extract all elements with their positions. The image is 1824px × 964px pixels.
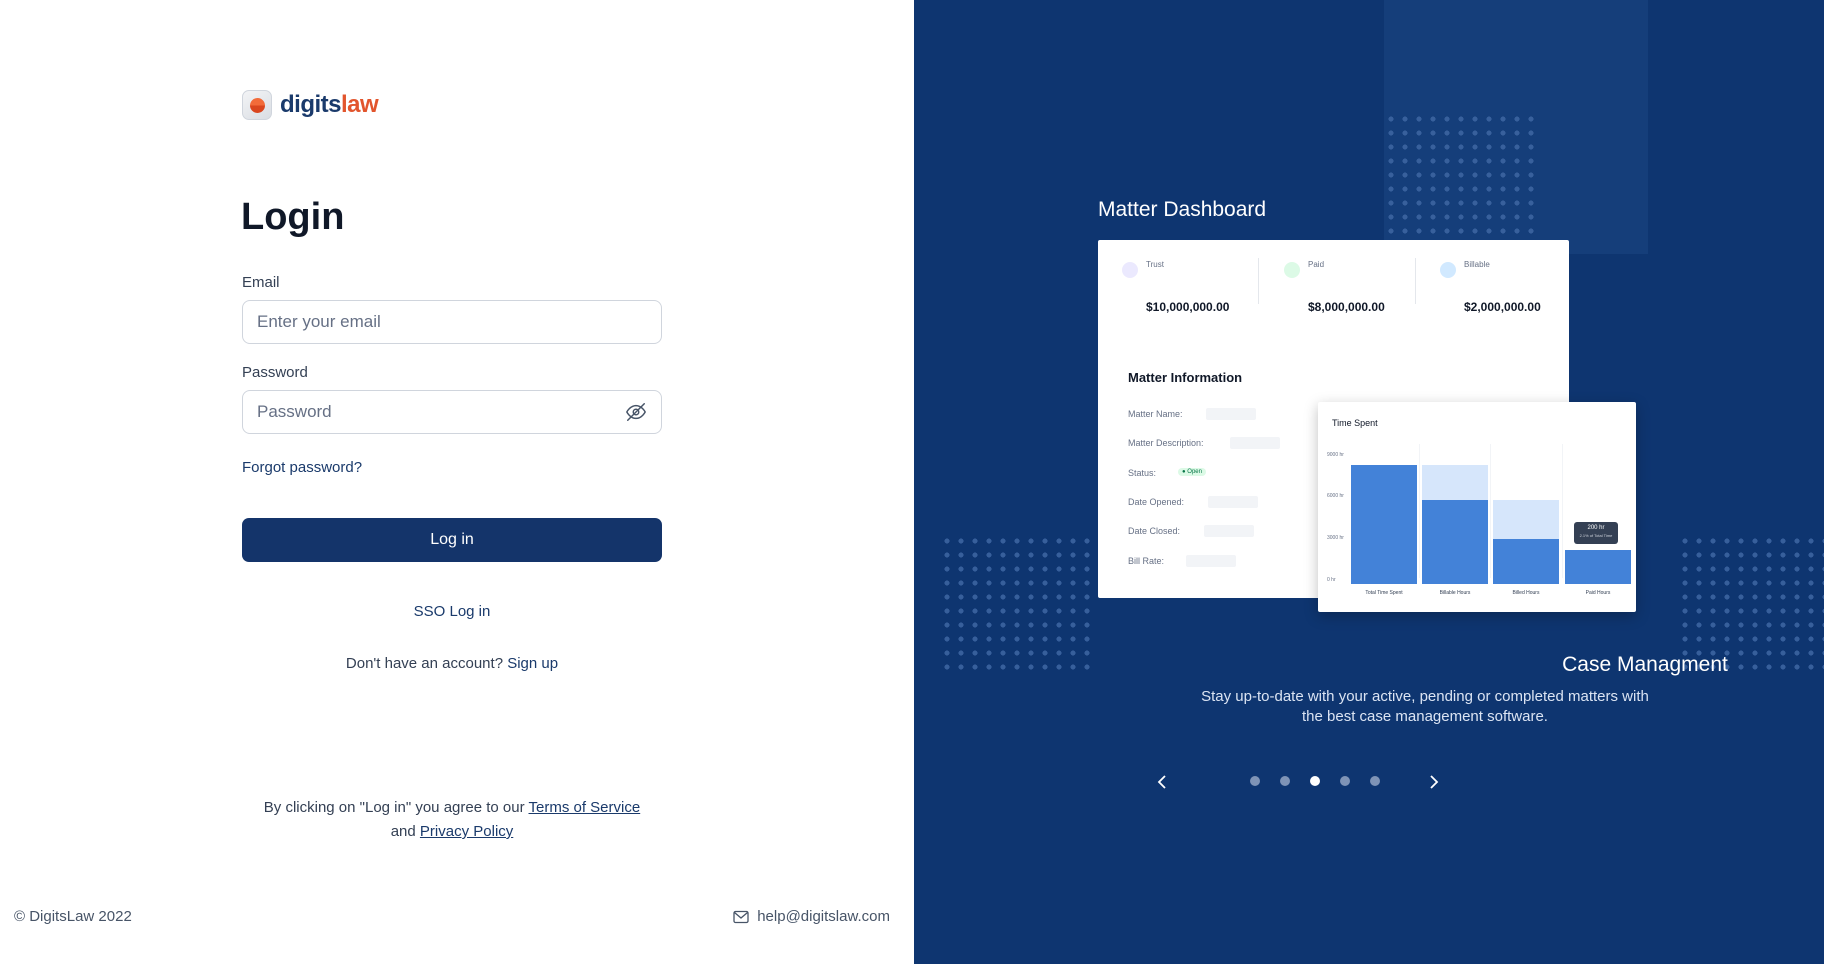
password-label: Password bbox=[242, 364, 308, 381]
field-matter-description: Matter Description: bbox=[1128, 438, 1204, 448]
check-icon bbox=[1284, 262, 1300, 278]
login-panel: digitslaw Login Email Password Forgot pa… bbox=[0, 0, 914, 964]
x-tick: Total Time Spent bbox=[1365, 590, 1403, 596]
login-button[interactable]: Log in bbox=[242, 518, 662, 562]
placeholder-bar bbox=[1230, 437, 1280, 449]
bar bbox=[1422, 500, 1488, 584]
brand-name: digitslaw bbox=[280, 91, 379, 118]
invoice-icon bbox=[1440, 262, 1456, 278]
decor-dots-top bbox=[1384, 112, 1538, 242]
sso-login-link[interactable]: SSO Log in bbox=[414, 603, 491, 620]
matter-info-title: Matter Information bbox=[1128, 370, 1243, 385]
carousel-next-button[interactable] bbox=[1422, 770, 1446, 794]
grid-line bbox=[1490, 444, 1491, 578]
x-tick: Billed Hours bbox=[1512, 590, 1540, 596]
status-badge: ● Open bbox=[1178, 468, 1206, 476]
email-input[interactable] bbox=[257, 312, 647, 332]
chart-tooltip: 200 hr 2.1% of Total Time bbox=[1574, 522, 1618, 544]
signup-prompt: Don't have an account? Sign up bbox=[345, 655, 559, 672]
y-tick: 0 hr bbox=[1327, 577, 1336, 583]
placeholder-bar bbox=[1204, 525, 1254, 537]
terms-of-service-link[interactable]: Terms of Service bbox=[529, 799, 641, 816]
chevron-right-icon bbox=[1430, 775, 1439, 789]
placeholder-bar bbox=[1186, 555, 1236, 567]
carousel-prev-button[interactable] bbox=[1150, 770, 1174, 794]
mail-icon bbox=[733, 910, 749, 923]
privacy-policy-link[interactable]: Privacy Policy bbox=[420, 823, 513, 840]
carousel-dot[interactable] bbox=[1310, 776, 1320, 786]
x-tick: Billable Hours bbox=[1439, 590, 1471, 596]
placeholder-bar bbox=[1206, 408, 1256, 420]
page-title: Login bbox=[241, 196, 345, 238]
bar bbox=[1493, 539, 1559, 584]
feature-description: Stay up-to-date with your active, pendin… bbox=[1201, 688, 1649, 725]
password-field[interactable] bbox=[242, 390, 662, 434]
logo-icon bbox=[242, 90, 272, 120]
x-tick: Paid Hours bbox=[1585, 590, 1611, 596]
y-tick: 9000 hr bbox=[1327, 452, 1344, 458]
divider bbox=[1415, 258, 1416, 304]
dashboard-title: Matter Dashboard bbox=[1098, 198, 1267, 221]
email-field[interactable] bbox=[242, 300, 662, 344]
field-date-closed: Date Closed: bbox=[1128, 526, 1181, 536]
y-tick: 3000 hr bbox=[1327, 535, 1344, 541]
carousel-dot[interactable] bbox=[1340, 776, 1350, 786]
field-status: Status: bbox=[1128, 468, 1157, 478]
forgot-password-link[interactable]: Forgot password? bbox=[242, 459, 362, 476]
eye-off-icon[interactable] bbox=[625, 401, 647, 423]
placeholder-bar bbox=[1208, 496, 1258, 508]
terms-notice: By clicking on "Log in" you agree to our… bbox=[263, 799, 641, 840]
login-page: digitslaw Login Email Password Forgot pa… bbox=[0, 0, 1824, 964]
carousel-dot[interactable] bbox=[1280, 776, 1290, 786]
wallet-icon bbox=[1122, 262, 1138, 278]
grid-line bbox=[1562, 444, 1563, 578]
grid-line bbox=[1419, 444, 1420, 578]
divider bbox=[1258, 258, 1259, 304]
signup-link[interactable]: Sign up bbox=[507, 655, 558, 672]
field-bill-rate: Bill Rate: bbox=[1128, 556, 1165, 566]
field-matter-name: Matter Name: bbox=[1128, 409, 1183, 419]
showcase-panel: Matter Dashboard Trust $10,000,000.00 Pa… bbox=[914, 0, 1824, 964]
brand-logo: digitslaw bbox=[242, 90, 379, 120]
copyright: © DigitsLaw 2022 bbox=[14, 908, 132, 925]
feature-title: Case Managment bbox=[1562, 653, 1728, 676]
password-input[interactable] bbox=[257, 402, 625, 422]
carousel-dot[interactable] bbox=[1250, 776, 1260, 786]
bar bbox=[1351, 465, 1417, 584]
email-label: Email bbox=[242, 274, 280, 291]
time-spent-title: Time Spent bbox=[1332, 418, 1378, 428]
y-tick: 6000 hr bbox=[1327, 493, 1344, 499]
sso-login-wrap: SSO Log in bbox=[242, 603, 662, 620]
help-email[interactable]: help@digitslaw.com bbox=[733, 908, 890, 925]
carousel-dot[interactable] bbox=[1370, 776, 1380, 786]
field-date-opened: Date Opened: bbox=[1128, 497, 1185, 507]
time-spent-card: Time Spent 9000 hr 6000 hr 3000 hr 0 hr … bbox=[1318, 402, 1636, 612]
chevron-left-icon bbox=[1157, 775, 1166, 789]
bar bbox=[1565, 550, 1631, 584]
